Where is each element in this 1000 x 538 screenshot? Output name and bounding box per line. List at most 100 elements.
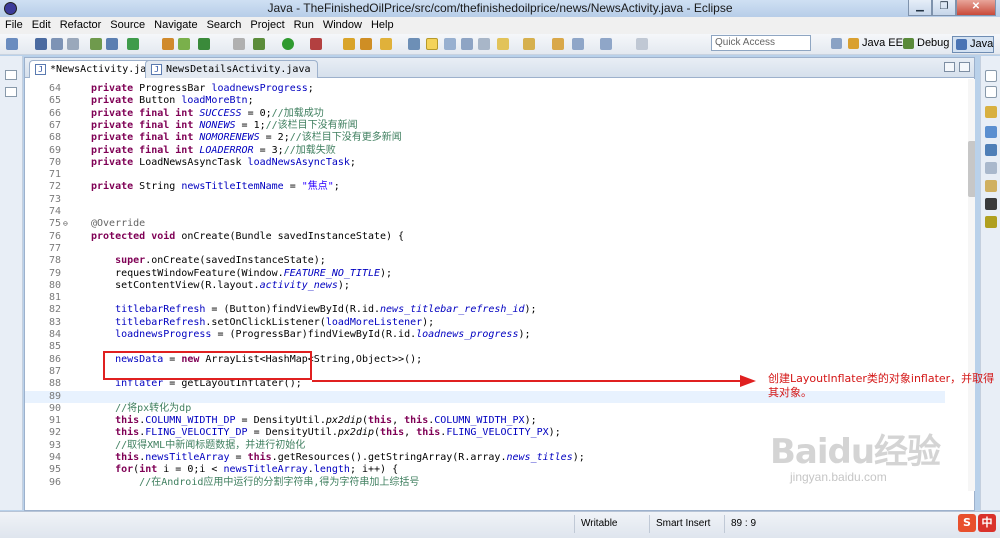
print-icon[interactable] — [67, 38, 79, 50]
code-line[interactable]: 65 private Button loadMoreBtn; — [25, 95, 945, 107]
ime-chinese-icon[interactable]: 中 — [978, 514, 996, 532]
code-line[interactable]: 80 setContentView(R.layout.activity_news… — [25, 280, 945, 292]
vertical-scrollbar[interactable] — [968, 79, 975, 491]
code-line[interactable]: 69 private final int LOADERROR = 3;//加载失败 — [25, 145, 945, 157]
restore-view-icon[interactable] — [985, 70, 997, 82]
save-all-icon[interactable] — [51, 38, 63, 50]
maximize-view-icon[interactable] — [5, 87, 17, 97]
outline-icon[interactable] — [985, 106, 997, 118]
fold-toggle-icon[interactable]: ⊖ — [63, 220, 72, 229]
code-line[interactable]: 77 — [25, 243, 945, 255]
next-annotation-icon[interactable] — [497, 38, 509, 50]
perspective-java[interactable]: Java — [952, 36, 994, 53]
insert-mode-status[interactable]: Smart Insert — [649, 515, 724, 533]
code-text: //将px转化为dp — [115, 402, 192, 414]
maximize-view-icon[interactable] — [985, 86, 997, 98]
menu-refactor[interactable]: Refactor — [55, 17, 106, 34]
perspective-java-ee[interactable]: Java EE — [845, 36, 906, 53]
build-icon[interactable] — [90, 38, 102, 50]
maximize-editor-icon[interactable] — [959, 62, 970, 72]
logcat-icon[interactable] — [985, 216, 997, 228]
menu-navigate[interactable]: Navigate — [149, 17, 201, 34]
code-text: private final int NONEWS = 1;//该栏目下没有新闻 — [91, 119, 358, 131]
code-line[interactable]: 84 loadnewsProgress = (ProgressBar)findV… — [25, 329, 945, 341]
code-line[interactable]: 71 — [25, 169, 945, 181]
code-line[interactable]: 67 private final int NONEWS = 1;//该栏目下没有新… — [25, 120, 945, 132]
javadoc-icon[interactable] — [985, 144, 997, 156]
code-line[interactable]: 75 ⊖ @Override — [25, 218, 945, 230]
restore-view-icon[interactable] — [5, 70, 17, 80]
close-button[interactable]: ✕ — [956, 0, 996, 16]
android-avd-icon[interactable] — [198, 38, 210, 50]
minimize-button[interactable]: ▁ — [908, 0, 932, 16]
menu-help[interactable]: Help — [366, 17, 398, 34]
baidu-watermark: Baidu经验 — [770, 432, 941, 472]
save-icon[interactable] — [35, 38, 47, 50]
toggle-mark-icon[interactable] — [408, 38, 420, 50]
menu-project[interactable]: Project — [245, 17, 288, 34]
scrollbar-thumb[interactable] — [968, 141, 975, 197]
tab-newsdetailsactivity[interactable]: J NewsDetailsActivity.java — [145, 60, 318, 78]
line-number: 90 — [48, 402, 61, 414]
open-perspective-icon[interactable] — [828, 36, 842, 53]
code-area[interactable]: 64 private ProgressBar loadnewsProgress; 6… — [25, 79, 975, 491]
java-perspective-icon — [956, 39, 967, 50]
menu-edit[interactable]: Edit — [27, 17, 55, 34]
task-list-icon[interactable] — [985, 126, 997, 138]
code-line[interactable]: 73 — [25, 194, 945, 206]
open-resource-icon[interactable] — [360, 38, 372, 50]
line-number: 74 — [48, 206, 61, 217]
line-number: 73 — [48, 193, 61, 205]
last-edit-icon[interactable] — [552, 38, 564, 50]
code-line[interactable]: 82 titlebarRefresh = (Button)findViewByI… — [25, 304, 945, 316]
problems-icon[interactable] — [985, 180, 997, 192]
open-type-icon[interactable] — [343, 38, 355, 50]
code-text: titlebarRefresh.setOnClickListener(loadM… — [115, 316, 435, 328]
code-line[interactable]: 90 //将px转化为dp — [25, 403, 945, 415]
block-select-icon[interactable] — [461, 38, 473, 50]
menu-search[interactable]: Search — [202, 17, 246, 34]
code-line[interactable]: 83 titlebarRefresh.setOnClickListener(lo… — [25, 317, 945, 329]
run-icon[interactable] — [282, 38, 294, 50]
declaration-icon[interactable] — [985, 162, 997, 174]
minimize-editor-icon[interactable] — [944, 62, 955, 72]
perspective-debug[interactable]: Debug — [900, 36, 952, 53]
menu-source[interactable]: Source — [105, 17, 149, 34]
code-line[interactable]: 74 — [25, 206, 945, 218]
menu-file[interactable]: File — [0, 17, 27, 34]
coverage-icon[interactable] — [310, 38, 322, 50]
code-line[interactable]: 76 protected void onCreate(Bundle savedIn… — [25, 231, 945, 243]
quick-access-input[interactable]: Quick Access — [711, 35, 811, 51]
restore-button[interactable]: ❐ — [932, 0, 956, 16]
package-icon[interactable] — [162, 38, 174, 50]
highlight-icon[interactable] — [426, 38, 438, 50]
code-line[interactable]: 64 private ProgressBar loadnewsProgress; — [25, 83, 945, 95]
new-icon[interactable] — [6, 38, 18, 50]
pin-editor-icon[interactable] — [636, 38, 648, 50]
show-whitespace-icon[interactable] — [444, 38, 456, 50]
code-line[interactable]: 66 private final int SUCCESS = 0;//加载成功 — [25, 108, 945, 120]
code-line[interactable]: 78 super.onCreate(savedInstanceState); — [25, 255, 945, 267]
code-line[interactable]: 68 private final int NOMORENEWS = 2;//该栏目… — [25, 132, 945, 144]
prev-annotation-icon[interactable] — [523, 38, 535, 50]
line-number: 81 — [48, 292, 61, 304]
external-tool-icon[interactable] — [106, 38, 118, 50]
code-line[interactable]: 72 private String newsTitleItemName = "焦点… — [25, 181, 945, 193]
sogou-input-icon[interactable]: S — [958, 514, 976, 532]
show-source-icon[interactable] — [478, 38, 490, 50]
code-line[interactable]: 70 private LoadNewsAsyncTask loadNewsAsyn… — [25, 157, 945, 169]
code-line[interactable]: 79 requestWindowFeature(Window.FEATURE_N… — [25, 268, 945, 280]
android-sdk-icon[interactable] — [178, 38, 190, 50]
line-number: 66 — [48, 107, 61, 119]
task-icon[interactable] — [127, 38, 139, 50]
search-icon[interactable] — [380, 38, 392, 50]
console-icon[interactable] — [985, 198, 997, 210]
debug-icon[interactable] — [253, 38, 265, 50]
forward-icon[interactable] — [600, 38, 612, 50]
code-line[interactable]: 91 this.COLUMN_WIDTH_DP = DensityUtil.px… — [25, 415, 945, 427]
code-line[interactable]: 81 — [25, 292, 945, 304]
menu-window[interactable]: Window — [318, 17, 366, 34]
back-icon[interactable] — [572, 38, 584, 50]
menu-run[interactable]: Run — [289, 17, 318, 34]
skip-breakpoints-icon[interactable] — [233, 38, 245, 50]
